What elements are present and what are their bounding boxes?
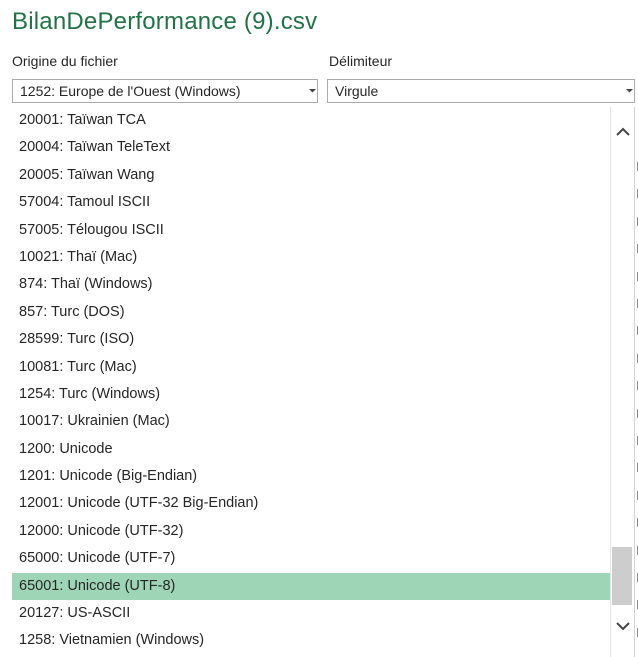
delimiter-label: Délimiteur: [329, 53, 393, 69]
encoding-option[interactable]: 28599: Turc (ISO): [12, 326, 610, 353]
delimiter-select[interactable]: Virgule: [327, 79, 635, 103]
encoding-option[interactable]: 57004: Tamoul ISCII: [12, 189, 610, 216]
scrollbar-thumb[interactable]: [612, 547, 632, 605]
dropdown-scrollbar[interactable]: [610, 107, 635, 657]
encoding-option[interactable]: 20005: Taïwan Wang: [12, 162, 610, 189]
encoding-option[interactable]: 874: Thaï (Windows): [12, 271, 610, 298]
background-preview-edge: [634, 107, 638, 657]
file-origin-select[interactable]: 1252: Europe de l'Ouest (Windows): [12, 79, 318, 103]
encoding-option[interactable]: 57005: Télougou ISCII: [12, 217, 610, 244]
encoding-option[interactable]: 1258: Vietnamien (Windows): [12, 627, 610, 654]
window-title: BilanDePerformance (9).csv: [12, 8, 318, 35]
encoding-option[interactable]: 1254: Turc (Windows): [12, 381, 610, 408]
encoding-option[interactable]: 10021: Thaï (Mac): [12, 244, 610, 271]
encoding-option[interactable]: 65000: Unicode (UTF-7): [12, 545, 610, 572]
encoding-option[interactable]: 1200: Unicode: [12, 436, 610, 463]
chevron-up-icon[interactable]: [615, 125, 631, 143]
encoding-option[interactable]: 12001: Unicode (UTF-32 Big-Endian): [12, 490, 610, 517]
encoding-option[interactable]: 20004: Taïwan TeleText: [12, 134, 610, 161]
encoding-option[interactable]: 20001: Taïwan TCA: [12, 107, 610, 134]
encoding-option[interactable]: 10017: Ukrainien (Mac): [12, 408, 610, 435]
file-origin-label: Origine du fichier: [12, 53, 118, 69]
encoding-option[interactable]: 20127: US-ASCII: [12, 600, 610, 627]
file-origin-value: 1252: Europe de l'Ouest (Windows): [20, 83, 241, 99]
encoding-option[interactable]: 12000: Unicode (UTF-32): [12, 518, 610, 545]
encoding-dropdown-list[interactable]: 20001: Taïwan TCA 20004: Taïwan TeleText 2…: [12, 107, 610, 657]
encoding-option[interactable]: 65001: Unicode (UTF-8): [12, 572, 610, 601]
delimiter-value: Virgule: [335, 83, 379, 99]
encoding-option[interactable]: 1201: Unicode (Big-Endian): [12, 463, 610, 490]
encoding-option[interactable]: 857: Turc (DOS): [12, 299, 610, 326]
chevron-down-icon[interactable]: [615, 619, 631, 637]
encoding-option[interactable]: 10081: Turc (Mac): [12, 354, 610, 381]
